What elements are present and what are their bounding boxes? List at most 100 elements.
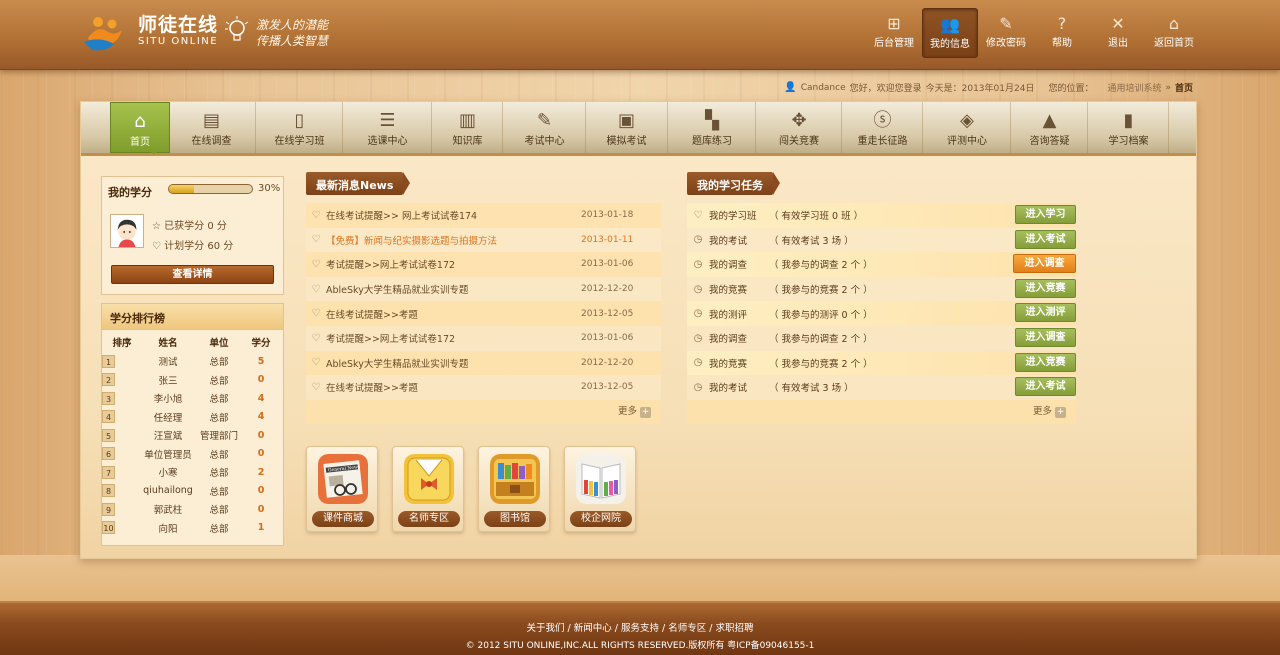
news-more[interactable]: 更多 + <box>306 399 661 424</box>
slogan-line1: 激发人的潜能 <box>256 18 329 32</box>
credits-progress-fill <box>169 185 194 193</box>
news-item[interactable]: ♡ 在线考试提醒>>考题 2013-12-05 <box>306 301 661 326</box>
nav-item-11[interactable]: ▲ 咨询答疑 <box>1012 102 1088 153</box>
library-icon: ▥ <box>458 110 476 131</box>
task-enter-button[interactable]: 进入考试 <box>1015 377 1076 397</box>
news-item[interactable]: ♡ 在线考试提醒>>考题 2013-12-05 <box>306 375 661 400</box>
username[interactable]: Candance <box>801 83 846 93</box>
task-enter-button[interactable]: 进入测评 <box>1015 303 1076 323</box>
task-enter-button[interactable]: 进入学习 <box>1015 205 1076 224</box>
greeting: 您好，欢迎您登录 <box>849 84 922 94</box>
nav-item-7[interactable]: ▚ 题库练习 <box>669 102 756 153</box>
users-icon: 👥 <box>940 15 960 34</box>
nav-item-2[interactable]: ▯ 在线学习班 <box>257 102 343 153</box>
app-school-enterprise[interactable]: 校企网院 <box>564 446 636 532</box>
table-row: 2 张三 总部 0 <box>102 371 283 390</box>
table-row: 1 测试 总部 5 <box>102 352 283 371</box>
news-item[interactable]: ♡ AbleSky大学生精品就业实训专题 2012-12-20 <box>306 276 661 302</box>
rank-number: 10 <box>102 521 115 535</box>
news-title[interactable]: 最新消息News <box>306 172 411 195</box>
ranking-header-cell: 姓名 <box>158 338 178 349</box>
rank-score: 0 <box>257 503 265 515</box>
nav-item-6[interactable]: ▣ 模拟考试 <box>586 102 668 153</box>
rank-number: 4 <box>102 410 115 424</box>
app-library[interactable]: 图书馆 <box>478 446 550 532</box>
news-date: 2013-01-06 <box>581 259 634 270</box>
rank-number: 3 <box>102 391 115 405</box>
rank-name: 小寒 <box>158 468 178 480</box>
task-enter-button[interactable]: 进入竞赛 <box>1015 352 1076 372</box>
nav-item-5[interactable]: ✎ 考试中心 <box>504 102 586 153</box>
nav-item-0[interactable]: ⌂ 首页 <box>110 102 170 155</box>
task-item: ◷ 我的调查（ 我参与的调查 2 个 ）进入调查 <box>687 252 1076 277</box>
credits-title: 我的学分 <box>108 186 152 199</box>
news-item[interactable]: ♡ 在线考试提醒>> 网上考试试卷174 2013-01-18 <box>306 203 661 228</box>
topnav-change-password[interactable]: ✎ 修改密码 <box>978 8 1034 58</box>
tasks-more[interactable]: 更多 + <box>687 399 1076 424</box>
tasks-title[interactable]: 我的学习任务 <box>687 172 780 195</box>
clock-icon: ◷ <box>693 308 703 320</box>
footer-links[interactable]: 关于我们 / 新闻中心 / 服务支持 / 名师专区 / 求职招聘 <box>0 620 1280 634</box>
rank-score: 0 <box>257 429 265 441</box>
topnav-logout[interactable]: ✕ 退出 <box>1090 8 1146 58</box>
nav-item-10[interactable]: ◈ 评测中心 <box>924 102 1011 153</box>
rank-name: 李小旭 <box>153 394 183 406</box>
news-text: 考试提醒>>网上考试试卷172 <box>326 334 456 346</box>
news-item[interactable]: ♡ 考试提醒>>网上考试试卷172 2013-01-06 <box>306 252 661 277</box>
rank-name: 郭武柱 <box>153 505 183 517</box>
breadcrumb-system[interactable]: 通用培训系统 <box>1107 81 1161 94</box>
task-item: ◷ 我的竞赛（ 我参与的竞赛 2 个 ）进入竞赛 <box>687 350 1076 376</box>
nav-item-4[interactable]: ▥ 知识库 <box>433 102 503 153</box>
clock-icon: ◷ <box>693 283 703 295</box>
rank-number: 1 <box>102 354 115 368</box>
nav-item-12[interactable]: ▮ 学习档案 <box>1089 102 1169 153</box>
nav-label: 重走长征路 <box>857 136 908 147</box>
table-row: 10 向阳 总部 1 <box>102 519 283 538</box>
view-details-button[interactable]: 查看详情 <box>111 265 274 284</box>
table-row: 8 qiuhailong 总部 0 <box>102 482 283 501</box>
rank-name: 任经理 <box>153 412 183 424</box>
rank-unit: 总部 <box>209 449 229 461</box>
nav-item-3[interactable]: ☰ 选课中心 <box>344 102 432 153</box>
topnav-home[interactable]: ⌂ 返回首页 <box>1146 8 1202 58</box>
nav-label: 咨询答疑 <box>1029 136 1070 147</box>
news-item[interactable]: ♡ AbleSky大学生精品就业实训专题 2012-12-20 <box>306 350 661 376</box>
nav-label: 选课中心 <box>367 136 408 147</box>
rank-score: 5 <box>257 355 265 367</box>
breadcrumb-separator: » <box>1165 82 1171 93</box>
task-enter-button[interactable]: 进入调查 <box>1015 327 1076 347</box>
topnav-admin[interactable]: ⊞ 后台管理 <box>866 8 922 58</box>
picture-icon: ▣ <box>617 110 635 131</box>
task-enter-button[interactable]: 进入竞赛 <box>1015 278 1076 298</box>
task-enter-button[interactable]: 进入调查 <box>1013 254 1076 274</box>
task-name: 我的测评 <box>709 309 748 321</box>
app-courseware-mall[interactable]: General News 课件商城 <box>306 446 378 532</box>
news-item[interactable]: ♡ 【免费】新闻与纪实摄影选题与拍摄方法 2013-01-11 <box>306 227 661 253</box>
breadcrumb-current: 首页 <box>1174 84 1193 94</box>
nav-label: 闯关竞赛 <box>779 136 819 147</box>
task-name: 我的调查 <box>709 334 748 346</box>
rank-number: 6 <box>102 447 115 461</box>
brand-name-en: SITU ONLINE <box>138 36 219 47</box>
task-name: 我的竞赛 <box>709 285 748 297</box>
warning-icon: ▲ <box>1042 110 1057 131</box>
nav-label: 在线学习班 <box>274 136 325 147</box>
nav-item-9[interactable]: ⓢ 重走长征路 <box>843 102 923 153</box>
books-stack-icon: ☰ <box>379 110 396 131</box>
task-enter-button[interactable]: 进入考试 <box>1015 229 1076 249</box>
nav-label: 题库练习 <box>692 136 732 147</box>
app-teacher-zone[interactable]: 名师专区 <box>392 446 464 532</box>
topnav-my-info[interactable]: 👥 我的信息 <box>922 8 978 58</box>
nav-item-8[interactable]: ✥ 闯关竞赛 <box>757 102 842 153</box>
nav-item-1[interactable]: ▤ 在线调查 <box>168 102 256 153</box>
bookcase-icon <box>490 454 540 504</box>
rank-unit: 总部 <box>209 375 229 387</box>
footer: 关于我们 / 新闻中心 / 服务支持 / 名师专区 / 求职招聘 © 2012 … <box>0 601 1280 655</box>
news-item[interactable]: ♡ 考试提醒>>网上考试试卷172 2013-01-06 <box>306 325 661 351</box>
my-credits: 我的学分 30% ☆ 已获学分 0 分 ♡ 计划学分 60 分 查看详情 <box>101 176 284 295</box>
nav-label: 评测中心 <box>947 136 987 147</box>
topnav-help[interactable]: ? 帮助 <box>1034 8 1090 58</box>
rank-score: 0 <box>257 485 265 497</box>
rank-score: 4 <box>257 392 265 404</box>
rank-cell: 10 <box>102 521 142 535</box>
